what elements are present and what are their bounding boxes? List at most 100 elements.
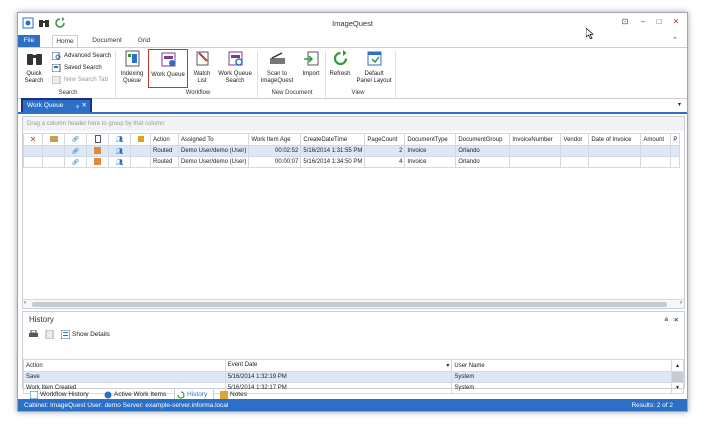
quick-search-button[interactable]: Quick Search (21, 50, 47, 85)
tab-document[interactable]: Document (90, 35, 124, 47)
history-close-icon[interactable]: ✕ (674, 316, 679, 324)
maximize-button[interactable]: □ (652, 16, 666, 28)
link-icon[interactable]: 🔗︎ (64, 156, 87, 168)
active-work-items-label: Active Work Items (114, 391, 167, 398)
column-header-amount[interactable]: Amount (640, 133, 672, 146)
tab-file[interactable]: File (18, 35, 40, 47)
horizontal-scrollbar[interactable]: ‹ › (23, 299, 684, 308)
work-queue-grid: Drag a column header here to group by th… (22, 116, 685, 309)
new-search-tab-button[interactable]: New Search Tab (52, 75, 108, 85)
column-header-work-item-age[interactable]: Work Item Age (248, 133, 302, 146)
pin-icon[interactable]: ᵩ (76, 100, 79, 112)
details-icon (61, 330, 70, 339)
tab-grid[interactable]: Grid (134, 35, 154, 47)
refresh-icon (333, 50, 347, 66)
column-header-event-date[interactable]: Event Date ▾ (224, 359, 453, 372)
watch-list-button[interactable]: Watch List (191, 50, 213, 85)
print-icon[interactable] (29, 330, 38, 339)
column-header-date-of-invoice[interactable]: Date of Invoice (588, 133, 642, 146)
users-icon[interactable]: 👥︎ (108, 145, 131, 157)
tab-home[interactable]: Home (52, 35, 78, 47)
column-header-vendor[interactable]: Vendor (560, 133, 590, 146)
restore-panel-icon[interactable]: ⊡ (618, 16, 632, 28)
import-button[interactable]: Import (299, 50, 323, 78)
close-button[interactable]: ✕ (669, 16, 683, 28)
history-tab-label: History (187, 391, 208, 398)
work-queue-icon (161, 52, 175, 67)
lock-icon[interactable] (130, 133, 151, 146)
users-icon[interactable]: 👥︎ (108, 133, 131, 146)
scroll-right-icon[interactable]: › (680, 300, 682, 306)
column-header-assigned-to[interactable]: Assigned To (177, 133, 250, 146)
ribbon-separator (115, 51, 116, 98)
cell (130, 156, 151, 168)
tab-list-dropdown-icon[interactable]: ▾ (678, 101, 681, 108)
user-icon[interactable] (86, 156, 109, 168)
work-queue-label: Work Queue (151, 72, 185, 78)
column-header-action[interactable]: Action (150, 133, 179, 146)
scan-label: Scan to ImageQuest (260, 71, 294, 84)
view-group-label: View (351, 90, 365, 96)
cell-assigned-to: Demo User/demo (User) (177, 156, 250, 168)
delete-icon[interactable]: ✕ (23, 133, 43, 146)
column-header-user-name[interactable]: User Name (451, 359, 672, 372)
column-header-action[interactable]: Action (23, 359, 226, 372)
saved-search-icon (52, 64, 61, 72)
cell-document-type: Invoice (404, 156, 457, 168)
tab-work-queue-label: Work Queue (27, 102, 64, 109)
export-icon[interactable] (45, 330, 54, 339)
status-text: Cabinet: ImageQuest User: demo Server: e… (24, 402, 229, 409)
collapse-ribbon-icon[interactable]: ⌃ (670, 35, 680, 47)
column-header-page-count[interactable]: PageCount (364, 133, 406, 146)
scroll-track[interactable] (670, 371, 685, 383)
refresh-button[interactable]: Refresh (327, 50, 353, 78)
show-details-button[interactable]: Show Details (72, 331, 110, 338)
column-header-invoice-number[interactable]: InvoiceNumber (509, 133, 562, 146)
column-header-document-group[interactable]: DocumentGroup (455, 133, 511, 146)
cell (509, 145, 562, 157)
users-icon[interactable]: 👥︎ (108, 156, 131, 168)
indexing-queue-button[interactable]: Indexing Queue (118, 50, 146, 85)
work-queue-search-button[interactable]: Work Queue Search (215, 50, 255, 85)
scrollbar-thumb[interactable] (32, 302, 667, 307)
table-row[interactable]: Save 5/16/2014 1:32:19 PM System (23, 371, 685, 383)
cell (670, 156, 681, 168)
advanced-search-button[interactable]: Advanced Search (52, 51, 111, 61)
ribbon-separator (395, 51, 396, 98)
column-header-p[interactable]: P (670, 133, 681, 146)
link-icon[interactable]: 🔗︎ (64, 145, 87, 157)
saved-search-button[interactable]: Saved Search (52, 63, 102, 73)
group-by-area[interactable]: Drag a column header here to group by th… (23, 117, 684, 131)
folder-icon[interactable] (42, 133, 65, 146)
link-icon[interactable]: 🔗︎ (64, 133, 87, 146)
column-header-document-type[interactable]: DocumentType (404, 133, 457, 146)
close-tab-icon[interactable]: ✕ (82, 100, 87, 112)
refresh-label: Refresh (329, 71, 351, 77)
scroll-left-icon[interactable]: ‹ (24, 300, 26, 306)
work-queue-table: ✕ 🔗︎ 👥︎ Action Assigned To Work Item Age… (23, 133, 681, 168)
cell (560, 156, 590, 168)
user-icon[interactable] (86, 145, 109, 157)
work-queue-button[interactable]: Work Queue (148, 49, 188, 88)
default-panel-layout-label: Default Panel Layout (356, 71, 392, 84)
tab-work-queue[interactable]: Work Queue ᵩ ✕ (21, 98, 92, 114)
table-row[interactable]: 🔗︎ 👥︎ Routed Demo User/demo (User) 00:02… (23, 145, 681, 157)
new-tab-icon (52, 76, 61, 84)
document-tabs: Work Queue ᵩ ✕ ▾ (18, 98, 687, 114)
work-queue-search-icon (228, 51, 243, 66)
column-header-create-date[interactable]: CreateDateTime (300, 133, 366, 146)
minimize-button[interactable]: – (636, 16, 650, 28)
advanced-search-label: Advanced Search (64, 53, 112, 59)
history-pin-icon[interactable]: a (664, 316, 668, 323)
mouse-cursor-icon (586, 28, 594, 39)
table-row[interactable]: 🔗︎ 👥︎ Routed Demo User/demo (User) 00:00… (23, 156, 681, 168)
scroll-up-icon[interactable]: ▲ (670, 359, 685, 372)
import-icon (303, 51, 318, 66)
app-window: ImageQuest ⊡ – □ ✕ File Home Document Gr… (17, 12, 688, 412)
scan-button[interactable]: Scan to ImageQuest (258, 50, 296, 85)
document-icon[interactable] (86, 133, 109, 146)
default-panel-layout-button[interactable]: Default Panel Layout (356, 50, 392, 85)
notes-label: Notes (230, 391, 247, 398)
binoculars-icon (26, 54, 42, 65)
cell (560, 145, 590, 157)
